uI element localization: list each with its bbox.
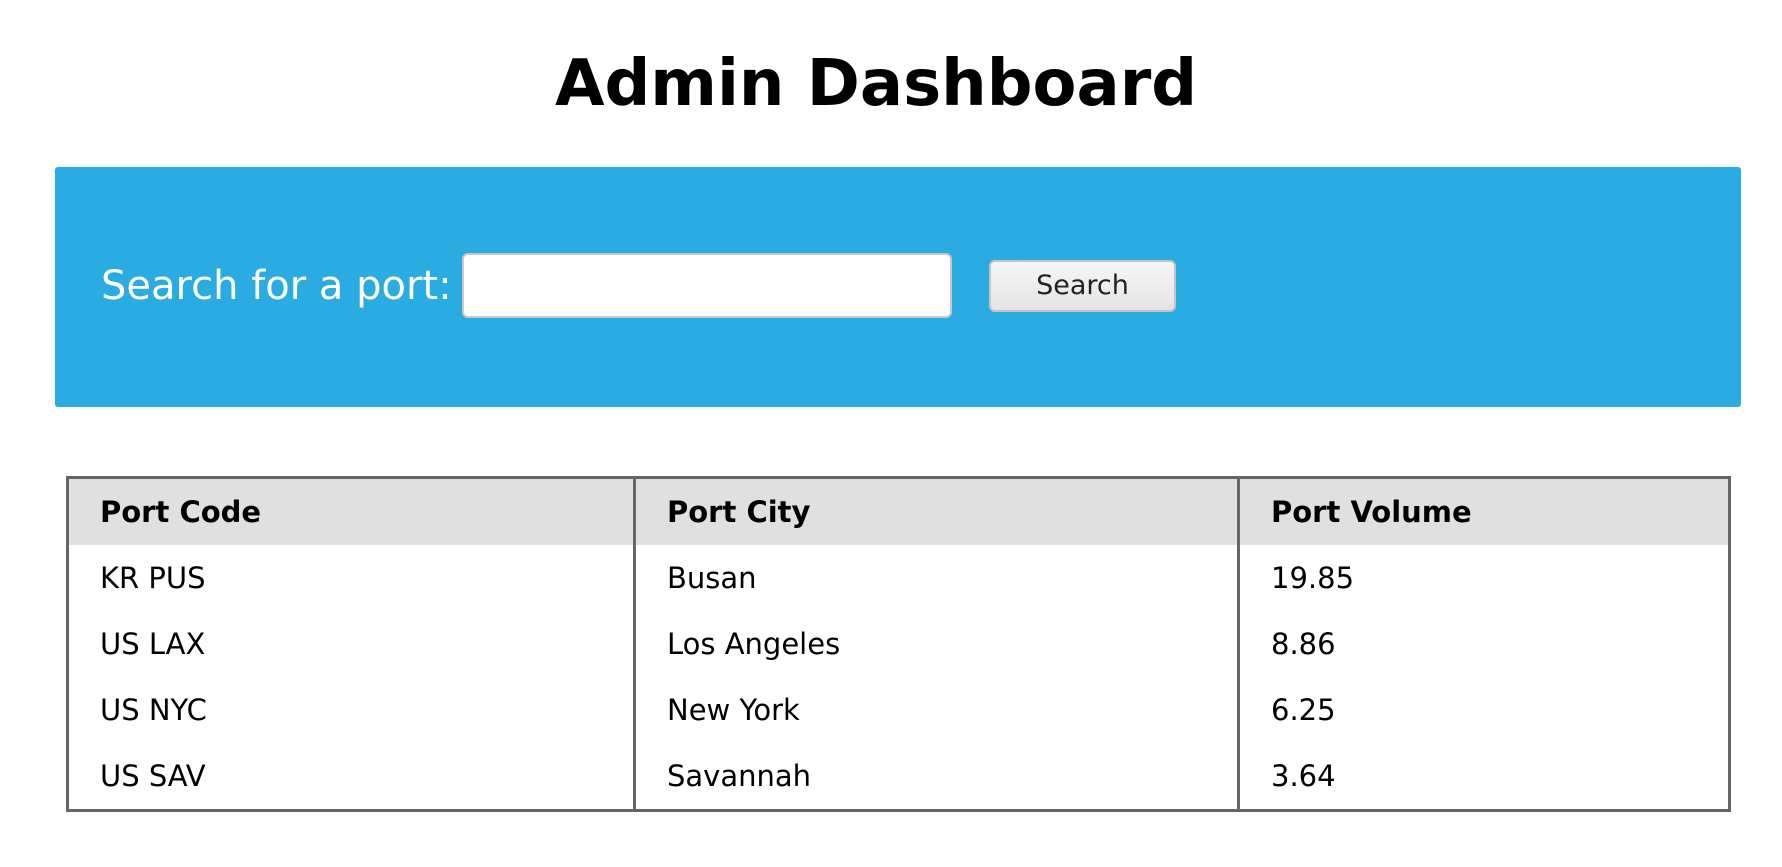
port-code-cell: US LAX [66, 611, 636, 677]
table-row: US SAV Savannah 3.64 [66, 743, 1731, 811]
port-city-cell: Los Angeles [633, 611, 1240, 677]
column-header-port-code[interactable]: Port Code [66, 477, 636, 545]
port-code-cell: US NYC [66, 677, 636, 743]
search-button[interactable]: Search [989, 260, 1176, 312]
table-row: US LAX Los Angeles 8.86 [66, 611, 1731, 677]
port-city-cell: Savannah [633, 743, 1240, 811]
port-code-cell: US SAV [66, 743, 636, 811]
table-row: US NYC New York 6.25 [66, 677, 1731, 743]
ports-table: Port Code Port City Port Volume KR PUS B… [66, 476, 1731, 812]
port-volume-cell: 6.25 [1237, 677, 1731, 743]
table-header-row: Port Code Port City Port Volume [66, 477, 1731, 545]
port-volume-cell: 19.85 [1237, 545, 1731, 611]
column-header-port-volume[interactable]: Port Volume [1237, 477, 1731, 545]
column-header-port-city[interactable]: Port City [633, 477, 1240, 545]
search-panel: Search for a port: Search [55, 167, 1741, 407]
port-volume-cell: 8.86 [1237, 611, 1731, 677]
port-city-cell: New York [633, 677, 1240, 743]
port-code-cell: KR PUS [66, 545, 636, 611]
search-label: Search for a port: [101, 263, 452, 309]
port-volume-cell: 3.64 [1237, 743, 1731, 811]
page-title: Admin Dashboard [554, 47, 1198, 121]
port-city-cell: Busan [633, 545, 1240, 611]
table-row: KR PUS Busan 19.85 [66, 545, 1731, 611]
search-input[interactable] [462, 253, 952, 318]
